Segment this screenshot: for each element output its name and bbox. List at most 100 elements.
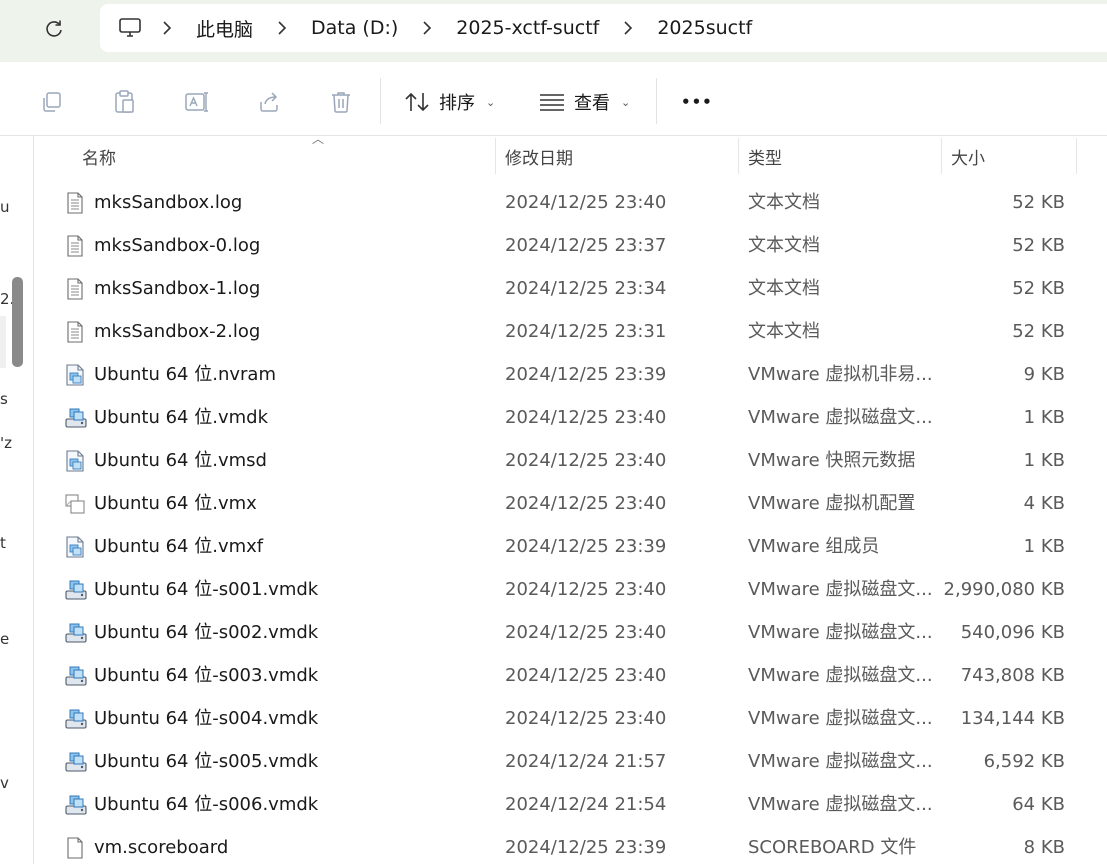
view-menu-button[interactable]: 查看 ⌄ — [539, 84, 630, 120]
file-size: 8 KB — [1023, 837, 1065, 858]
file-type: SCOREBOARD 文件 — [748, 837, 917, 858]
column-name-label: 名称 — [82, 148, 116, 169]
file-size: 743,808 KB — [960, 665, 1065, 686]
column-header-name[interactable]: 名称 — [82, 136, 495, 176]
column-date-label: 修改日期 — [505, 148, 573, 169]
file-row[interactable]: Ubuntu 64 位.vmxf 2024/12/25 23:39 VMware 组… — [34, 525, 1107, 568]
share-button[interactable] — [251, 84, 287, 120]
nav-scrollbar-thumb[interactable] — [12, 277, 23, 367]
file-row[interactable]: Ubuntu 64 位.vmdk 2024/12/25 23:40 VMware 虚… — [34, 396, 1107, 439]
file-type: 文本文档 — [748, 278, 820, 299]
column-header-size[interactable]: 大小 — [951, 136, 1075, 176]
file-modified-date: 2024/12/24 21:57 — [505, 751, 667, 772]
file-row[interactable]: mksSandbox.log 2024/12/25 23:40 文本文档 52 KB — [34, 181, 1107, 224]
file-row[interactable]: Ubuntu 64 位-s005.vmdk 2024/12/24 21:57 VMw… — [34, 740, 1107, 783]
column-resize-handle[interactable] — [495, 138, 496, 174]
vmware-disk-icon — [64, 622, 87, 644]
file-row[interactable]: Ubuntu 64 位.vmx 2024/12/25 23:40 VMware 虚拟… — [34, 482, 1107, 525]
file-size: 1 KB — [1023, 407, 1065, 428]
nav-pane-text: 'z — [0, 434, 12, 452]
copy-icon — [43, 92, 61, 112]
refresh-icon — [46, 20, 62, 37]
vmware-disk-icon — [64, 794, 87, 816]
file-modified-date: 2024/12/25 23:39 — [505, 364, 667, 385]
column-resize-handle[interactable] — [738, 138, 739, 174]
file-list: mksSandbox.log 2024/12/25 23:40 文本文档 52 KB m… — [34, 181, 1107, 864]
this-pc-button[interactable] — [118, 17, 142, 39]
file-modified-date: 2024/12/24 21:54 — [505, 794, 667, 815]
file-row[interactable]: Ubuntu 64 位.vmsd 2024/12/25 23:40 VMware 快… — [34, 439, 1107, 482]
file-row[interactable]: Ubuntu 64 位-s002.vmdk 2024/12/25 23:40 VMw… — [34, 611, 1107, 654]
file-type: VMware 虚拟磁盘文... — [748, 665, 933, 686]
file-size: 52 KB — [1012, 235, 1065, 256]
column-header-type[interactable]: 类型 — [748, 136, 940, 176]
file-row[interactable]: mksSandbox-2.log 2024/12/25 23:31 文本文档 52 K… — [34, 310, 1107, 353]
file-row[interactable]: mksSandbox-1.log 2024/12/25 23:34 文本文档 52 K… — [34, 267, 1107, 310]
file-size: 134,144 KB — [960, 708, 1065, 729]
file-type: VMware 虚拟磁盘文... — [748, 794, 933, 815]
address-bar-region: 此电脑 Data (D:) 2025-xctf-suctf 2025suctf — [0, 0, 1107, 62]
file-row[interactable]: Ubuntu 64 位-s001.vmdk 2024/12/25 23:40 VMw… — [34, 568, 1107, 611]
vmware-disk-icon — [64, 407, 87, 429]
file-name: vm.scoreboard — [94, 837, 229, 858]
rename-button[interactable] — [179, 84, 215, 120]
delete-button[interactable] — [323, 84, 359, 120]
file-modified-date: 2024/12/25 23:40 — [505, 708, 667, 729]
file-row[interactable]: Ubuntu 64 位-s004.vmdk 2024/12/25 23:40 VMw… — [34, 697, 1107, 740]
rename-icon — [185, 92, 208, 112]
chevron-right-icon[interactable] — [267, 4, 297, 52]
file-type: VMware 虚拟磁盘文... — [748, 407, 933, 428]
file-type: VMware 虚拟磁盘文... — [748, 751, 933, 772]
chevron-right-icon[interactable] — [412, 4, 442, 52]
breadcrumb-item-current[interactable]: 2025suctf — [643, 17, 766, 39]
file-name: Ubuntu 64 位-s002.vmdk — [94, 622, 319, 643]
text-file-icon — [64, 235, 86, 257]
nav-pane-text: t — [0, 534, 6, 552]
vmware-disk-icon — [64, 751, 87, 773]
file-modified-date: 2024/12/25 23:37 — [505, 235, 667, 256]
breadcrumb-item-folder[interactable]: 2025-xctf-suctf — [442, 17, 613, 39]
file-row[interactable]: vm.scoreboard 2024/12/25 23:39 SCOREBOARD … — [34, 826, 1107, 864]
column-resize-handle[interactable] — [941, 138, 942, 174]
file-size: 2,990,080 KB — [943, 579, 1065, 600]
file-modified-date: 2024/12/25 23:40 — [505, 450, 667, 471]
file-name: Ubuntu 64 位.nvram — [94, 364, 276, 385]
vmware-disk-icon — [64, 665, 87, 687]
breadcrumb-item-this-pc[interactable]: 此电脑 — [182, 15, 267, 42]
paste-button[interactable] — [106, 84, 142, 120]
file-size: 540,096 KB — [960, 622, 1065, 643]
breadcrumb-item-drive[interactable]: Data (D:) — [297, 17, 412, 39]
chevron-right-icon[interactable] — [152, 4, 182, 52]
column-header-date[interactable]: 修改日期 — [505, 136, 737, 176]
sort-menu-button[interactable]: 排序 ⌄ — [404, 84, 495, 120]
vmware-file-icon — [64, 364, 86, 386]
file-type: VMware 快照元数据 — [748, 450, 916, 471]
column-resize-handle[interactable] — [1076, 138, 1077, 174]
file-modified-date: 2024/12/25 23:40 — [505, 579, 667, 600]
refresh-button[interactable] — [36, 12, 72, 46]
file-row[interactable]: mksSandbox-0.log 2024/12/25 23:37 文本文档 52 K… — [34, 224, 1107, 267]
file-name: mksSandbox.log — [94, 192, 243, 213]
paste-icon — [115, 90, 134, 113]
monitor-icon — [119, 18, 141, 37]
file-row[interactable]: Ubuntu 64 位.nvram 2024/12/25 23:39 VMware … — [34, 353, 1107, 396]
vmx-file-icon — [64, 493, 86, 515]
file-size: 4 KB — [1023, 493, 1065, 514]
share-icon — [260, 92, 278, 112]
file-name: mksSandbox-1.log — [94, 278, 261, 299]
file-modified-date: 2024/12/25 23:40 — [505, 665, 667, 686]
breadcrumb[interactable]: 此电脑 Data (D:) 2025-xctf-suctf 2025suctf — [100, 4, 1107, 52]
delete-icon — [332, 92, 350, 113]
more-options-button[interactable]: ••• — [681, 84, 713, 120]
file-name: Ubuntu 64 位-s004.vmdk — [94, 708, 319, 729]
file-row[interactable]: Ubuntu 64 位-s003.vmdk 2024/12/25 23:40 VMw… — [34, 654, 1107, 697]
command-bar: 排序 ⌄ 查看 ⌄ ••• — [0, 64, 1107, 136]
blank-file-icon — [64, 837, 86, 859]
chevron-right-icon[interactable] — [613, 4, 643, 52]
chevron-down-icon: ⌄ — [621, 95, 631, 109]
file-type: 文本文档 — [748, 235, 820, 256]
nav-selection-indicator — [0, 316, 6, 368]
file-row[interactable]: Ubuntu 64 位-s006.vmdk 2024/12/24 21:54 VMw… — [34, 783, 1107, 826]
copy-button[interactable] — [34, 84, 70, 120]
file-type: VMware 组成员 — [748, 536, 880, 557]
